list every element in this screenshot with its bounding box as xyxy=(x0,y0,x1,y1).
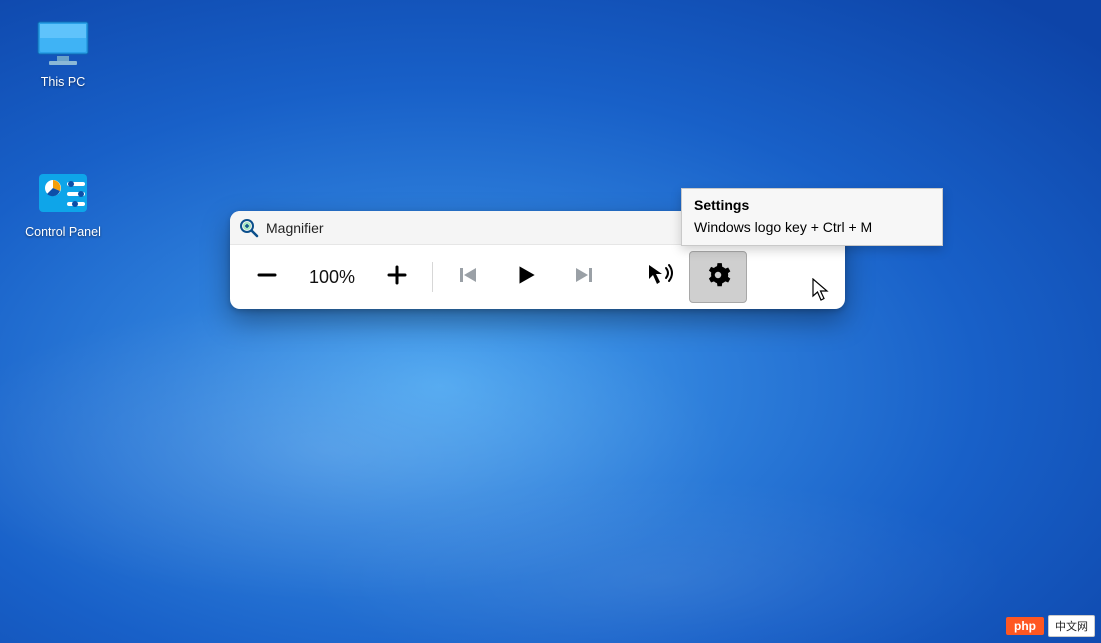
settings-tooltip: Settings Windows logo key + Ctrl + M xyxy=(681,188,943,246)
zoom-level: 100% xyxy=(296,267,368,288)
divider xyxy=(432,262,433,292)
window-title: Magnifier xyxy=(266,220,324,236)
plus-icon xyxy=(385,263,409,292)
tooltip-shortcut: Windows logo key + Ctrl + M xyxy=(694,219,930,235)
toolbar: 100% xyxy=(230,245,845,309)
watermark-cn: 中文网 xyxy=(1048,615,1095,637)
desktop-icon-this-pc[interactable]: This PC xyxy=(18,18,108,89)
desktop-icon-label: Control Panel xyxy=(25,225,101,239)
gear-icon xyxy=(705,262,731,293)
desktop-icon-control-panel[interactable]: Control Panel xyxy=(18,168,108,239)
previous-button[interactable] xyxy=(439,251,497,303)
watermark-php: php xyxy=(1006,617,1044,635)
cursor-sound-icon xyxy=(646,262,674,293)
next-icon xyxy=(572,263,596,292)
desktop-icon-label: This PC xyxy=(41,75,85,89)
read-aloud-button[interactable] xyxy=(631,251,689,303)
minus-icon xyxy=(255,263,279,292)
zoom-out-button[interactable] xyxy=(238,251,296,303)
tooltip-title: Settings xyxy=(694,197,930,213)
watermark: php 中文网 xyxy=(1006,615,1095,637)
next-button[interactable] xyxy=(555,251,613,303)
play-button[interactable] xyxy=(497,251,555,303)
prev-icon xyxy=(456,263,480,292)
magnifier-app-icon xyxy=(238,217,260,239)
play-icon xyxy=(513,262,539,293)
monitor-icon xyxy=(33,18,93,71)
zoom-in-button[interactable] xyxy=(368,251,426,303)
control-panel-icon xyxy=(33,168,93,221)
settings-button[interactable] xyxy=(689,251,747,303)
